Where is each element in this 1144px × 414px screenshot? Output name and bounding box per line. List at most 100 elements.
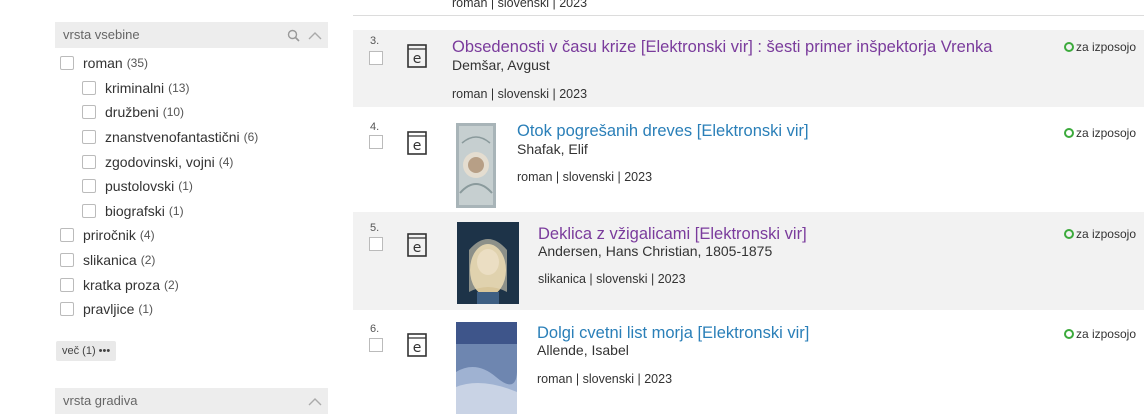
facet-title: vrsta gradiva [63, 393, 138, 408]
divider [353, 15, 1144, 16]
svg-text:e: e [413, 240, 422, 256]
result-checkbox[interactable] [369, 338, 383, 352]
result-row: 3. e Obsedenosti v času krize [Elektrons… [353, 30, 1144, 107]
facet-label: roman [83, 55, 123, 72]
facet-count: (4) [139, 228, 155, 243]
availability-label: za izposojo [1075, 227, 1136, 241]
result-title-link[interactable]: Obsedenosti v času krize [Elektronski vi… [452, 38, 992, 57]
facet-item-kratka-proza[interactable]: kratka proza (2) [60, 272, 258, 297]
ebook-e-icon: e [407, 44, 427, 68]
result-checkbox[interactable] [369, 135, 383, 149]
facet-item-znanstvenofantasticni[interactable]: znanstvenofantastični (6) [60, 125, 258, 150]
facet-checkbox[interactable] [60, 228, 74, 243]
result-number: 6. [370, 323, 380, 335]
facet-checkbox[interactable] [82, 105, 96, 120]
result-meta: roman | slovenski | 2023 [517, 170, 653, 184]
result-meta: roman | slovenski | 2023 [452, 87, 588, 101]
result-row: 6. e Dolgi cvetni list morja [Elektronsk… [353, 314, 1144, 414]
chevron-up-icon[interactable] [308, 31, 322, 40]
result-meta-partial: roman | slovenski | 2023 [452, 0, 588, 10]
facet-label: družbeni [105, 104, 159, 121]
facet-item-pustolovski[interactable]: pustolovski (1) [60, 174, 258, 199]
result-row: 5. e Deklica z vžigalicami [Elektronski … [353, 212, 1144, 310]
available-circle-icon [1063, 229, 1074, 239]
book-cover-image[interactable] [456, 322, 517, 414]
svg-text:e: e [413, 51, 422, 67]
facet-label: zgodovinski, vojni [105, 153, 215, 170]
book-cover-image[interactable] [457, 222, 519, 304]
result-author: Demšar, Avgust [452, 57, 550, 73]
facet-count: (4) [218, 154, 234, 169]
ebook-e-icon: e [407, 233, 427, 257]
facet-item-biografski[interactable]: biografski (1) [60, 199, 258, 224]
facet-label: znanstvenofantastični [105, 129, 240, 146]
facet-item-pravljice[interactable]: pravljice (1) [60, 297, 258, 322]
facet-list: roman (35) kriminalni (13) družbeni (10) zn… [60, 51, 258, 322]
facet-header-material-type[interactable]: vrsta gradiva [55, 388, 328, 414]
availability-status: za izposojo [1063, 327, 1136, 341]
facet-count: (10) [162, 105, 185, 120]
result-checkbox[interactable] [369, 51, 383, 65]
availability-label: za izposojo [1075, 40, 1136, 54]
facet-checkbox[interactable] [82, 179, 96, 194]
result-author: Allende, Isabel [537, 342, 629, 358]
result-title-link[interactable]: Dolgi cvetni list morja [Elektronski vir… [537, 324, 809, 343]
result-number: 4. [370, 121, 380, 133]
result-author: Andersen, Hans Christian, 1805-1875 [538, 243, 773, 259]
facet-label: pustolovski [105, 178, 175, 195]
ebook-e-icon: e [407, 333, 427, 357]
result-title-link[interactable]: Otok pogrešanih dreves [Elektronski vir] [517, 122, 809, 141]
ebook-e-icon: e [407, 131, 427, 155]
facet-count: (13) [168, 80, 190, 95]
search-icon[interactable] [287, 29, 300, 42]
facet-count: (2) [164, 277, 179, 292]
facet-sidebar: vrsta vsebine roman (35) kriminalni (13) d… [0, 0, 340, 414]
facet-item-roman[interactable]: roman (35) [60, 51, 258, 76]
result-title-link[interactable]: Deklica z vžigalicami [Elektronski vir] [538, 225, 807, 244]
availability-status: za izposojo [1063, 126, 1136, 140]
facet-count: (1) [168, 203, 184, 218]
result-row: 4. e Otok pogrešanih dreves [Elektronski… [353, 107, 1144, 208]
facet-count: (2) [140, 253, 156, 268]
facet-item-kriminalni[interactable]: kriminalni (13) [60, 76, 258, 101]
facet-checkbox[interactable] [60, 277, 74, 292]
facet-checkbox[interactable] [82, 203, 96, 218]
available-circle-icon [1063, 128, 1074, 138]
facet-count: (1) [178, 179, 193, 194]
show-more-button[interactable]: več (1) ••• [56, 341, 117, 361]
result-number: 5. [370, 222, 380, 234]
svg-text:e: e [413, 138, 422, 154]
facet-item-zgodovinski-vojni[interactable]: zgodovinski, vojni (4) [60, 149, 258, 174]
facet-header-content-type[interactable]: vrsta vsebine [55, 22, 328, 48]
facet-checkbox[interactable] [60, 56, 74, 71]
facet-item-slikanica[interactable]: slikanica (2) [60, 248, 258, 273]
availability-status: za izposojo [1063, 227, 1136, 241]
results-list: roman | slovenski | 2023 3. e Obsedenost… [340, 0, 1144, 414]
facet-checkbox[interactable] [60, 302, 74, 317]
book-cover-image[interactable] [456, 123, 496, 208]
facet-label: priročnik [83, 227, 136, 244]
facet-title: vrsta vsebine [63, 27, 140, 42]
result-meta: slikanica | slovenski | 2023 [538, 272, 686, 286]
available-circle-icon [1063, 329, 1074, 339]
svg-text:e: e [413, 340, 422, 356]
facet-label: kriminalni [105, 79, 165, 96]
facet-item-druzbeni[interactable]: družbeni (10) [60, 100, 258, 125]
facet-checkbox[interactable] [82, 130, 96, 145]
result-number: 3. [370, 35, 380, 47]
facet-label: biografski [105, 202, 165, 219]
facet-count: (1) [138, 302, 154, 317]
result-author: Shafak, Elif [517, 141, 588, 157]
result-meta: roman | slovenski | 2023 [537, 372, 673, 386]
availability-label: za izposojo [1075, 327, 1136, 341]
facet-count: (35) [126, 56, 149, 71]
facet-label: slikanica [83, 252, 137, 269]
facet-checkbox[interactable] [60, 253, 74, 268]
facet-checkbox[interactable] [82, 80, 96, 95]
facet-checkbox[interactable] [82, 154, 96, 169]
available-circle-icon [1063, 42, 1074, 52]
chevron-up-icon[interactable] [308, 397, 322, 406]
facet-item-prirocnik[interactable]: priročnik (4) [60, 223, 258, 248]
result-checkbox[interactable] [369, 237, 383, 251]
facet-label: pravljice [83, 301, 135, 318]
